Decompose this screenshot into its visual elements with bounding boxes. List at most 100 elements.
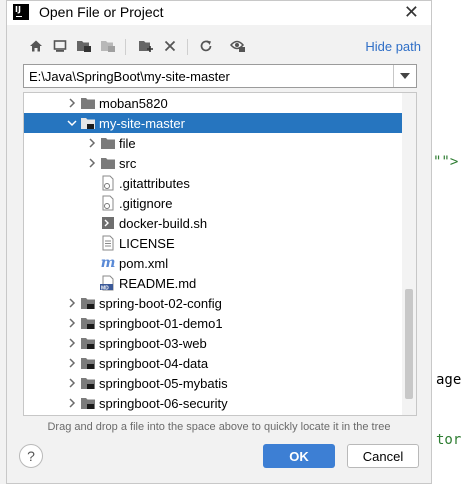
tree-item-label: .gitattributes: [119, 175, 190, 191]
new-folder-icon[interactable]: [135, 34, 157, 58]
chevron-down-icon[interactable]: [64, 113, 80, 133]
tree-item[interactable]: m pom.xml: [24, 253, 402, 273]
maven-icon: m: [100, 255, 116, 271]
help-button[interactable]: ?: [19, 444, 43, 468]
title-bar: IJ Open File or Project ✕: [7, 1, 431, 25]
file-icon: [100, 195, 116, 211]
tree-item-label: springboot-07-shiro: [99, 416, 211, 417]
folder-icon: [100, 155, 116, 171]
tree-item-label: springboot-03-web: [99, 335, 207, 351]
close-icon[interactable]: ✕: [404, 2, 419, 23]
intellij-app-icon: IJ: [13, 4, 29, 20]
chevron-right-icon[interactable]: [64, 413, 80, 415]
desktop-icon[interactable]: [49, 34, 71, 58]
tree-item[interactable]: src: [24, 153, 402, 173]
svg-text:MD: MD: [101, 285, 109, 291]
tree-item-label: .gitignore: [119, 195, 173, 211]
ide-code-snippet: age: [436, 372, 462, 388]
drag-drop-hint: Drag and drop a file into the space abov…: [47, 421, 391, 433]
chevron-right-icon[interactable]: [64, 353, 80, 373]
chevron-right-icon[interactable]: [64, 393, 80, 413]
hide-path-link[interactable]: Hide path: [365, 39, 421, 54]
toolbar-separator: [187, 39, 188, 55]
show-hidden-icon[interactable]: [227, 34, 249, 58]
tree-item[interactable]: springboot-05-mybatis: [24, 373, 402, 393]
cancel-button[interactable]: Cancel: [347, 444, 419, 468]
tree-item[interactable]: LICENSE: [24, 233, 402, 253]
project-folder-icon[interactable]: [73, 34, 95, 58]
tree-item-label: pom.xml: [119, 255, 169, 271]
tree-item-label: spring-boot-02-config: [99, 295, 222, 311]
module-icon: [80, 115, 96, 131]
tree-item[interactable]: .gitattributes: [24, 173, 402, 193]
tree-item[interactable]: springboot-04-data: [24, 353, 402, 373]
toolbar-separator: [125, 39, 126, 55]
tree-item-label: springboot-05-mybatis: [99, 375, 228, 391]
markdown-icon: MD: [100, 275, 116, 291]
tree-item[interactable]: file: [24, 133, 402, 153]
shell-icon: [100, 215, 116, 231]
module-folder-icon[interactable]: [97, 34, 119, 58]
tree-item-label: file: [119, 135, 136, 151]
path-dropdown-button[interactable]: [393, 65, 416, 87]
tree-scrollbar[interactable]: [402, 93, 416, 415]
tree-item-label: springboot-06-security: [99, 395, 228, 411]
tree-item[interactable]: .gitignore: [24, 193, 402, 213]
refresh-icon[interactable]: [195, 34, 217, 58]
chevron-right-icon[interactable]: [64, 373, 80, 393]
tree-item-label: my-site-master: [99, 115, 185, 131]
dialog-title: Open File or Project: [39, 4, 164, 20]
chevron-right-icon[interactable]: [64, 93, 80, 113]
module-icon: [80, 415, 96, 416]
module-icon: [80, 395, 96, 411]
home-icon[interactable]: [25, 34, 47, 58]
ide-code-snippet: tor: [436, 432, 462, 448]
tree-item-label: docker-build.sh: [119, 215, 208, 231]
tree-item[interactable]: docker-build.sh: [24, 213, 402, 233]
tree-item-label: src: [119, 155, 137, 171]
module-icon: [80, 335, 96, 351]
chevron-right-icon[interactable]: [84, 133, 100, 153]
chevron-right-icon[interactable]: [64, 313, 80, 333]
folder-icon: [80, 95, 96, 111]
tree-item[interactable]: spring-boot-02-config: [24, 293, 402, 313]
path-input[interactable]: E:\Java\SpringBoot\my-site-master: [24, 69, 393, 84]
chevron-right-icon[interactable]: [84, 153, 100, 173]
folder-icon: [100, 135, 116, 151]
tree-item-label: README.md: [119, 275, 197, 291]
tree-item[interactable]: springboot-07-shiro: [24, 413, 402, 417]
open-file-dialog: IJ Open File or Project ✕ Hide path E:\J…: [6, 0, 432, 484]
ok-button[interactable]: OK: [263, 444, 335, 468]
tree-item[interactable]: springboot-03-web: [24, 333, 402, 353]
file-tree[interactable]: springboot-07-shiro springboot-06-securit…: [23, 92, 417, 416]
delete-icon[interactable]: [159, 34, 181, 58]
module-icon: [80, 375, 96, 391]
tree-item[interactable]: my-site-master: [24, 113, 402, 133]
tree-item[interactable]: moban5820: [24, 93, 402, 113]
module-icon: [80, 355, 96, 371]
tree-item-label: LICENSE: [119, 235, 175, 251]
chevron-right-icon[interactable]: [64, 333, 80, 353]
tree-item[interactable]: springboot-01-demo1: [24, 313, 402, 333]
chevron-right-icon[interactable]: [64, 293, 80, 313]
tree-item-label: springboot-01-demo1: [99, 315, 223, 331]
tree-item[interactable]: springboot-06-security: [24, 393, 402, 413]
tree-item[interactable]: MD README.md: [24, 273, 402, 293]
tree-item-label: springboot-04-data: [99, 355, 209, 371]
tree-item-label: moban5820: [99, 95, 168, 111]
ide-code-snippet: "">: [433, 154, 459, 170]
tree-scrollbar-thumb[interactable]: [405, 289, 413, 399]
module-icon: [80, 315, 96, 331]
module-icon: [80, 295, 96, 311]
toolbar: Hide path: [7, 34, 431, 60]
chevron-down-icon: [400, 73, 410, 79]
file-icon: [100, 175, 116, 191]
text-icon: [100, 235, 116, 251]
path-field[interactable]: E:\Java\SpringBoot\my-site-master: [23, 64, 417, 88]
